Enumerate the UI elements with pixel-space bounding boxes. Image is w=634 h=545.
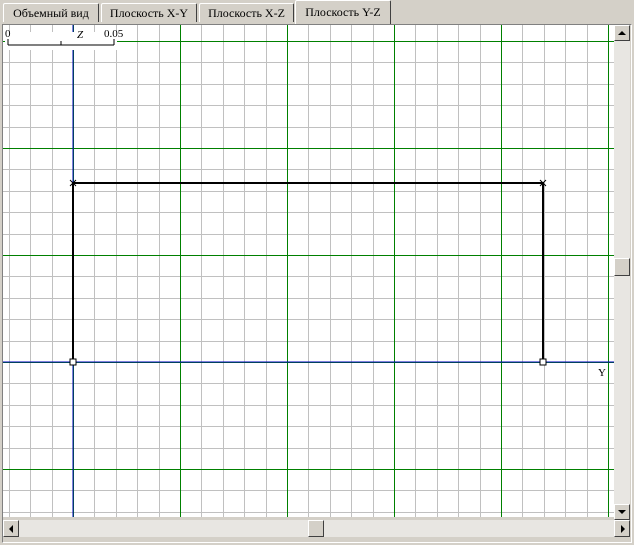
vertex-handle-bottom-left[interactable] xyxy=(69,358,77,366)
scale-start-label: 0 xyxy=(5,28,11,40)
scroll-right-button[interactable] xyxy=(614,520,630,537)
vertical-scroll-thumb[interactable] xyxy=(614,258,630,276)
arrow-up-icon xyxy=(618,31,626,35)
arrow-left-icon xyxy=(9,525,13,533)
tab-plane-yz[interactable]: Плоскость Y-Z xyxy=(295,0,391,24)
scroll-left-button[interactable] xyxy=(3,520,19,537)
tab-bar: Объемный вид Плоскость X-Y Плоскость X-Z… xyxy=(0,0,634,25)
arrow-down-icon xyxy=(618,510,626,514)
scroll-up-button[interactable] xyxy=(614,25,630,41)
minor-grid xyxy=(3,25,614,517)
horizontal-scroll-thumb[interactable] xyxy=(308,520,324,537)
tab-3d-view[interactable]: Объемный вид xyxy=(3,3,99,22)
y-axis-label: Y xyxy=(598,367,606,379)
scale-bar xyxy=(5,32,117,50)
z-axis-label: Z xyxy=(77,29,84,41)
vertex-handle-bottom-right[interactable] xyxy=(539,358,547,366)
scroll-down-button[interactable] xyxy=(614,504,630,520)
tab-plane-xy[interactable]: Плоскость X-Y xyxy=(101,3,197,22)
arrow-right-icon xyxy=(621,525,625,533)
scale-end-label: 0.05 xyxy=(104,28,124,40)
yz-plane-canvas[interactable] xyxy=(3,25,614,517)
tab-plane-xz[interactable]: Плоскость X-Z xyxy=(199,3,294,22)
